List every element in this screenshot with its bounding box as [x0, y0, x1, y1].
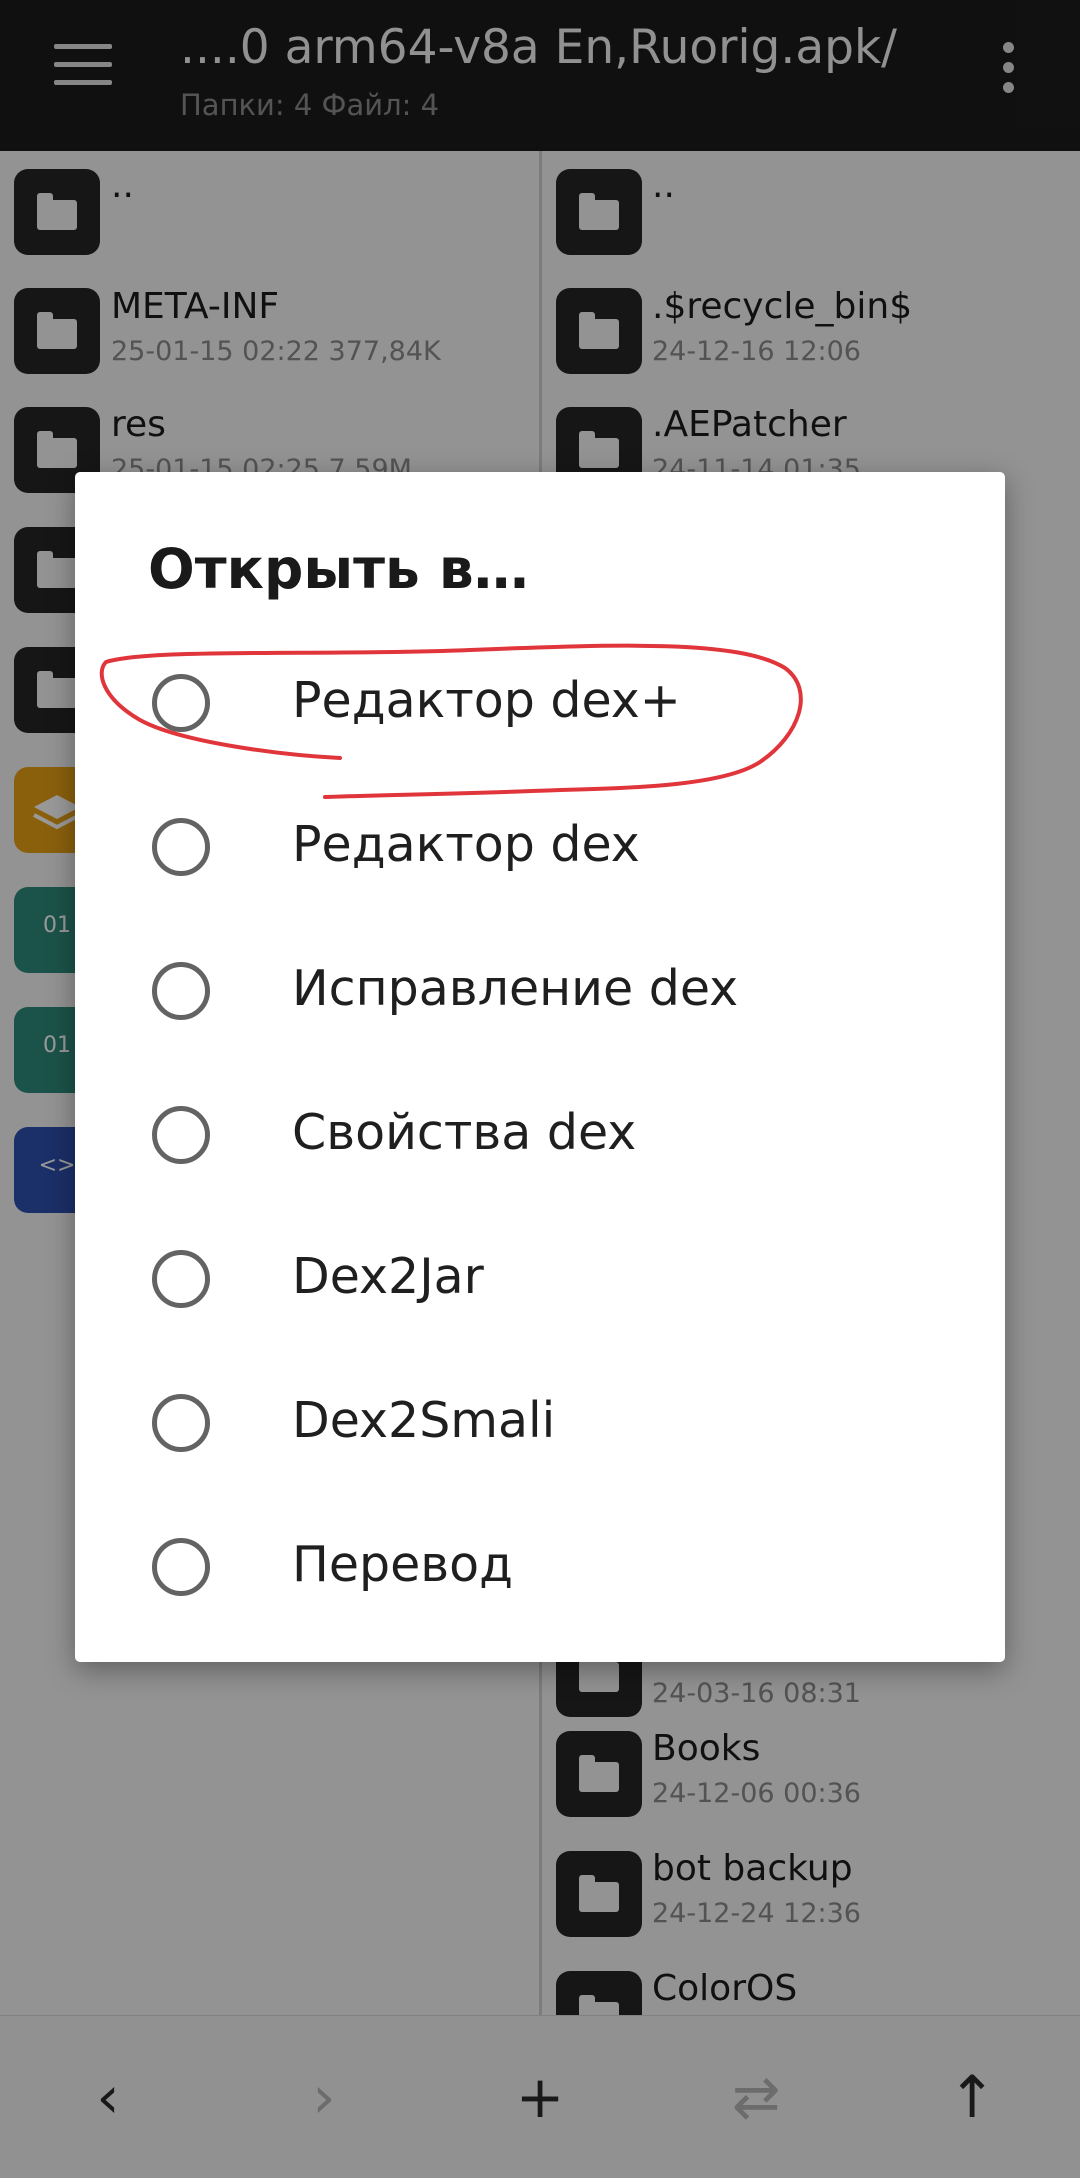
red-circle-annotation [99, 643, 803, 799]
file-manager-screen: ....0 arm64-v8a En,Ruorig.apk/ Папки: 4 … [0, 0, 1080, 2178]
